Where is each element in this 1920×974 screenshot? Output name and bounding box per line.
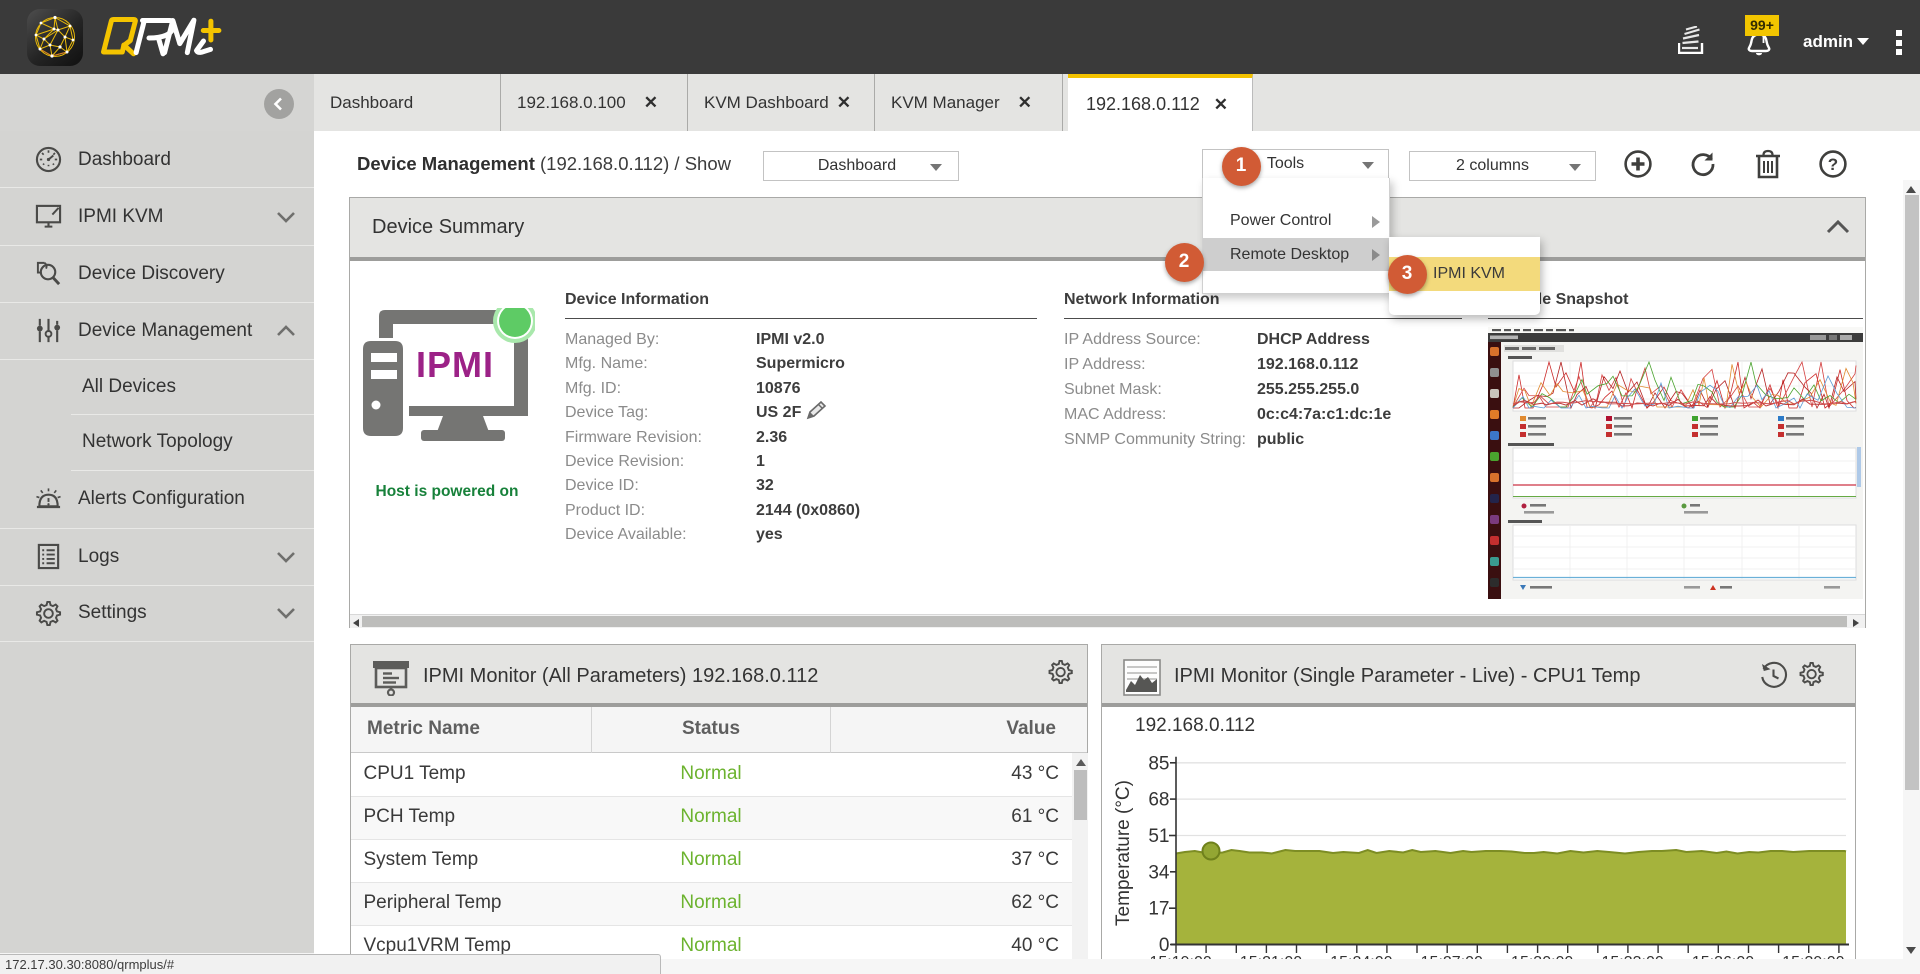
svg-text:0: 0 xyxy=(1159,935,1170,956)
svg-text:85: 85 xyxy=(1148,753,1169,774)
svg-text:17: 17 xyxy=(1148,899,1169,920)
svg-text:Temperature (°C): Temperature (°C) xyxy=(1113,780,1134,926)
svg-text:51: 51 xyxy=(1148,826,1169,847)
svg-text:IPMI: IPMI xyxy=(416,344,494,385)
svg-text:68: 68 xyxy=(1148,790,1169,811)
svg-text:34: 34 xyxy=(1148,862,1170,883)
svg-text:?: ? xyxy=(1828,155,1838,174)
